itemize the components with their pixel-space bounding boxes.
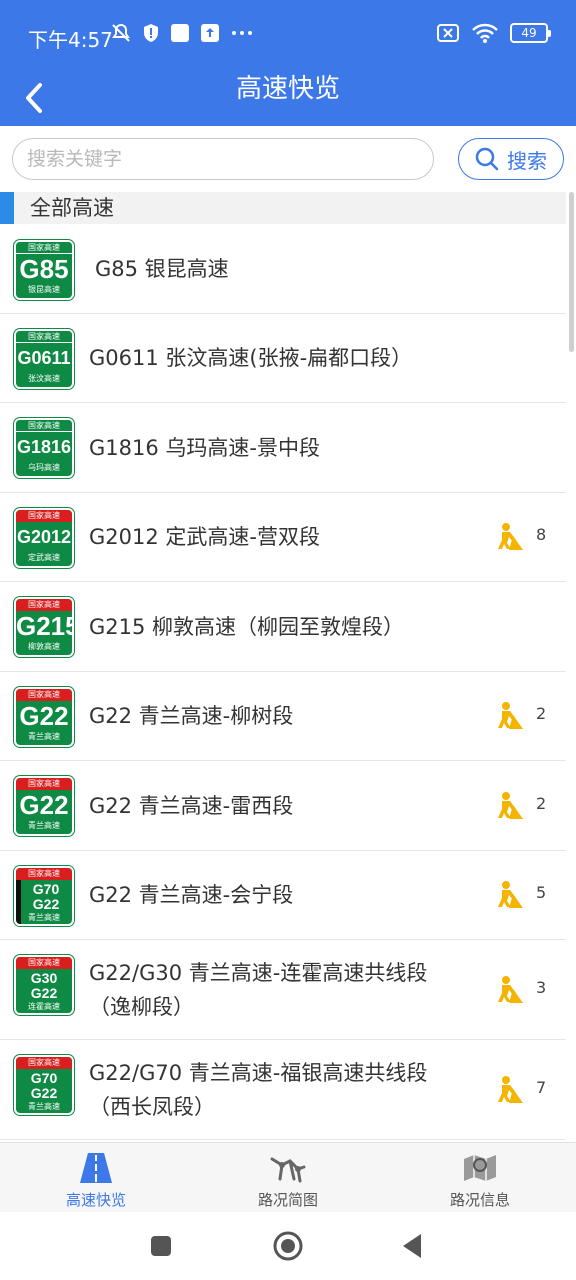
app-square-icon [171,24,189,42]
upload-icon [201,24,219,42]
highway-shield-icon: 国家高速 G1816 乌玛高速 [14,418,74,478]
status-bar: 下午4:57 49 [0,0,576,70]
highway-name: G2012 定武高速-营双段 [89,525,320,549]
highway-shield-icon: 国家高速 G85 银昆高速 [14,240,74,300]
page-title: 高速快览 [235,74,340,104]
road-work-count: 7 [536,1078,547,1097]
road-work-count: 8 [536,525,547,544]
highway-name: G0611 张汶高速(张掖-扁都口段） [89,346,413,370]
list-item[interactable]: 国家高速 G70 G22 青兰高速 G22/G70 青兰高速-福银高速共线段 （… [0,1040,566,1140]
highway-shield-icon: 国家高速 G22 青兰高速 [14,776,74,836]
bottom-tab-bar: 高速快览 路况简图 路况信息 [0,1142,576,1212]
section-title: 全部高速 [30,196,114,220]
highway-shield-icon: 国家高速 G22 青兰高速 [14,687,74,747]
more-dots-icon [232,31,252,35]
shield-status-icon [144,24,158,42]
map-info-icon [464,1155,496,1181]
highway-shield-icon: 国家高速 G30 G22 连霍高速 [14,955,74,1015]
highway-shield-icon: 国家高速 G70 G22 青兰高速 [14,1055,74,1115]
home-circle-icon [273,1231,303,1261]
road-work-count: 3 [536,978,547,997]
list-item[interactable]: 国家高速 G1816 乌玛高速 G1816 乌玛高速-景中段 [0,403,566,493]
search-input[interactable] [12,138,434,180]
search-button[interactable]: 搜索 [458,138,564,180]
app-header: 高速快览 [0,70,576,126]
home-button[interactable] [272,1230,304,1262]
road-work-icon [498,792,523,819]
tab-highway-overview[interactable]: 高速快览 [0,1143,192,1213]
status-time: 下午4:57 [28,28,113,52]
highway-name: G215 柳敦高速（柳园至敦煌段） [89,615,405,639]
scrollbar[interactable] [569,192,574,352]
highway-name: G22 青兰高速-柳树段 [89,704,294,728]
highway-shield-icon: 国家高速 G0611 张汶高速 [14,329,74,389]
road-work-icon [498,702,523,729]
highway-name-line1: G22/G30 青兰高速-连霍高速共线段 [89,961,428,985]
road-work-count: 5 [536,883,547,902]
list-item[interactable]: 国家高速 G0611 张汶高速 G0611 张汶高速(张掖-扁都口段） [0,314,566,403]
section-header: 全部高速 [0,192,566,224]
highway-name: G85 银昆高速 [95,257,229,281]
highway-shield-icon: 国家高速 G215 柳敦高速 [14,597,74,657]
road-work-icon [498,881,523,908]
search-bar: 搜索 [0,126,576,192]
tab-road-map[interactable]: 路况简图 [192,1143,384,1213]
highway-name-line1: G22/G70 青兰高速-福银高速共线段 [89,1061,428,1085]
list-item[interactable]: 国家高速 G215 柳敦高速 G215 柳敦高速（柳园至敦煌段） [0,582,566,672]
highway-list: 国家高速 G85 银昆高速 G85 银昆高速 国家高速 G0611 张汶高速 G… [0,224,566,1140]
triangle-back-icon [403,1234,421,1258]
search-button-label: 搜索 [507,148,547,173]
list-item[interactable]: 国家高速 G70 G22 青兰高速 G22 青兰高速-会宁段 5 [0,851,566,940]
tab-road-info[interactable]: 路况信息 [384,1143,576,1213]
road-work-icon [498,1076,523,1103]
list-item[interactable]: 国家高速 G85 银昆高速 G85 银昆高速 [0,224,566,314]
road-work-icon [498,976,523,1003]
road-work-icon [498,523,523,550]
road-work-count: 2 [536,704,547,723]
highway-name-line2: （西长凤段） [89,1095,215,1119]
road-work-count: 2 [536,794,547,813]
highway-name: G1816 乌玛高速-景中段 [89,436,320,460]
wifi-icon [472,23,498,43]
list-item[interactable]: 国家高速 G22 青兰高速 G22 青兰高速-雷西段 2 [0,761,566,851]
system-nav-bar [0,1212,576,1280]
road-map-icon [270,1157,306,1183]
highway-name-line2: （逸柳段） [89,995,194,1019]
highway-name: G22 青兰高速-雷西段 [89,794,294,818]
battery-indicator: 49 [510,23,551,43]
list-item[interactable]: 国家高速 G30 G22 连霍高速 G22/G30 青兰高速-连霍高速共线段 （… [0,940,566,1040]
square-icon [151,1236,171,1256]
section-accent [0,192,14,224]
mute-icon [112,23,130,42]
back-nav-button[interactable] [396,1230,428,1262]
sim-off-icon [437,24,459,42]
highway-shield-icon: 国家高速 G70 G22 青兰高速 [14,866,74,926]
recents-button[interactable] [145,1230,177,1262]
highway-icon [80,1153,112,1183]
search-icon [475,147,499,171]
highway-shield-icon: 国家高速 G2012 定武高速 [14,508,74,568]
list-item[interactable]: 国家高速 G2012 定武高速 G2012 定武高速-营双段 8 [0,493,566,582]
highway-name: G22 青兰高速-会宁段 [89,883,294,907]
list-item[interactable]: 国家高速 G22 青兰高速 G22 青兰高速-柳树段 2 [0,672,566,761]
